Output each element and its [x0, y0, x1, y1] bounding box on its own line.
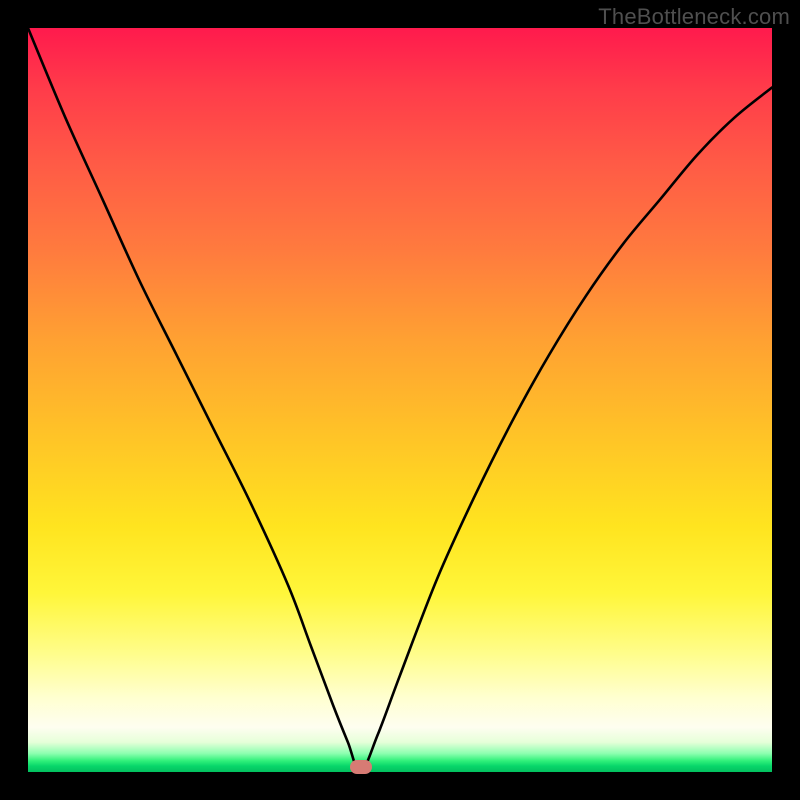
- optimal-point-marker: [350, 760, 372, 774]
- bottleneck-curve: [28, 28, 772, 772]
- watermark-text: TheBottleneck.com: [598, 4, 790, 30]
- chart-container: TheBottleneck.com: [0, 0, 800, 800]
- plot-area: [28, 28, 772, 772]
